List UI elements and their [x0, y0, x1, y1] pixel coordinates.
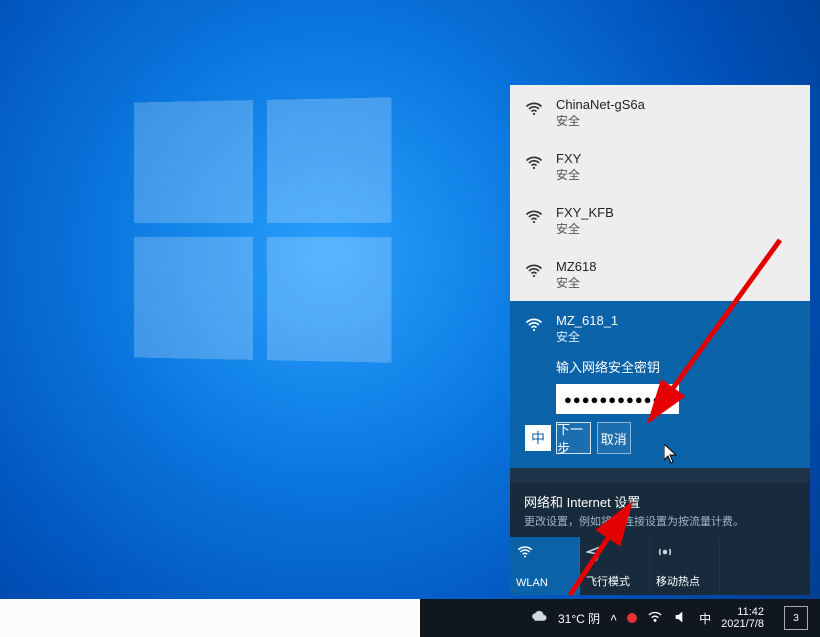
network-item[interactable]: MZ618 安全: [510, 247, 810, 301]
network-status: 安全: [556, 112, 645, 129]
wifi-icon: [524, 315, 544, 335]
network-name: MZ618: [556, 259, 596, 274]
notification-badge: 3: [793, 613, 799, 624]
settings-desc: 更改设置，例如将某连接设置为按流量计费。: [524, 513, 796, 529]
quick-action-airplane[interactable]: 飞行模式: [580, 537, 650, 595]
settings-title: 网络和 Internet 设置: [524, 492, 796, 511]
weather-text[interactable]: 31°C 阴: [558, 610, 600, 627]
network-name: ChinaNet-gS6a: [556, 97, 645, 112]
tray-speaker-icon[interactable]: [673, 609, 689, 628]
ime-indicator[interactable]: 中: [524, 424, 552, 452]
quick-action-wlan[interactable]: WLAN: [510, 537, 580, 595]
network-name: FXY_KFB: [556, 205, 614, 220]
wifi-icon: [516, 543, 573, 561]
network-settings-link[interactable]: 网络和 Internet 设置 更改设置，例如将某连接设置为按流量计费。: [510, 482, 810, 537]
network-item[interactable]: FXY_KFB 安全: [510, 193, 810, 247]
password-input[interactable]: ●●●●●●●●●●●●: [556, 384, 679, 414]
network-item-selected[interactable]: MZ_618_1 安全 输入网络安全密钥 ●●●●●●●●●●●● 中 下一步 …: [510, 301, 810, 468]
weather-icon[interactable]: [530, 608, 548, 629]
wifi-icon: [524, 207, 544, 227]
quick-action-label: 飞行模式: [586, 573, 643, 589]
network-status: 安全: [556, 220, 614, 237]
quick-action-label: WLAN: [516, 577, 573, 589]
network-flyout: ChinaNet-gS6a 安全 FXY 安全 FXY_KFB 安全: [510, 85, 810, 595]
hotspot-icon: [656, 543, 713, 561]
network-item[interactable]: ChinaNet-gS6a 安全: [510, 85, 810, 139]
mouse-cursor-icon: [664, 444, 680, 464]
quick-action-hotspot[interactable]: 移动热点: [650, 537, 720, 595]
next-button[interactable]: 下一步: [556, 422, 591, 454]
tray-wifi-icon[interactable]: [647, 609, 663, 628]
wifi-icon: [524, 99, 544, 119]
network-name: MZ_618_1: [556, 313, 618, 328]
network-item[interactable]: FXY 安全: [510, 139, 810, 193]
password-prompt-label: 输入网络安全密钥: [556, 357, 660, 376]
system-tray: 31°C 阴 ˄ 中 11:42 2021/7/8 3: [524, 599, 820, 637]
cancel-button[interactable]: 取消: [597, 422, 632, 454]
clock-time: 11:42: [721, 606, 764, 618]
network-status: 安全: [556, 274, 596, 291]
recording-indicator-icon[interactable]: [627, 613, 637, 623]
clock-date: 2021/7/8: [721, 618, 764, 630]
wifi-icon: [524, 261, 544, 281]
quick-action-label: 移动热点: [656, 573, 713, 589]
reveal-password-icon[interactable]: [655, 391, 671, 410]
network-list: ChinaNet-gS6a 安全 FXY 安全 FXY_KFB 安全: [510, 85, 810, 482]
taskbar: 31°C 阴 ˄ 中 11:42 2021/7/8 3: [0, 599, 820, 637]
network-status: 安全: [556, 166, 581, 183]
taskbar-clock[interactable]: 11:42 2021/7/8: [721, 606, 768, 630]
tray-chevron-up-icon[interactable]: ˄: [610, 611, 617, 625]
wifi-icon: [524, 153, 544, 173]
quick-actions: WLAN 飞行模式 移动热点: [510, 537, 810, 595]
network-name: FXY: [556, 151, 581, 166]
tray-ime-indicator[interactable]: 中: [699, 610, 711, 627]
taskbar-left: [0, 599, 420, 637]
windows-logo: [134, 97, 392, 362]
network-status: 安全: [556, 328, 618, 345]
airplane-icon: [586, 543, 643, 561]
notification-center-icon[interactable]: 3: [784, 606, 808, 630]
